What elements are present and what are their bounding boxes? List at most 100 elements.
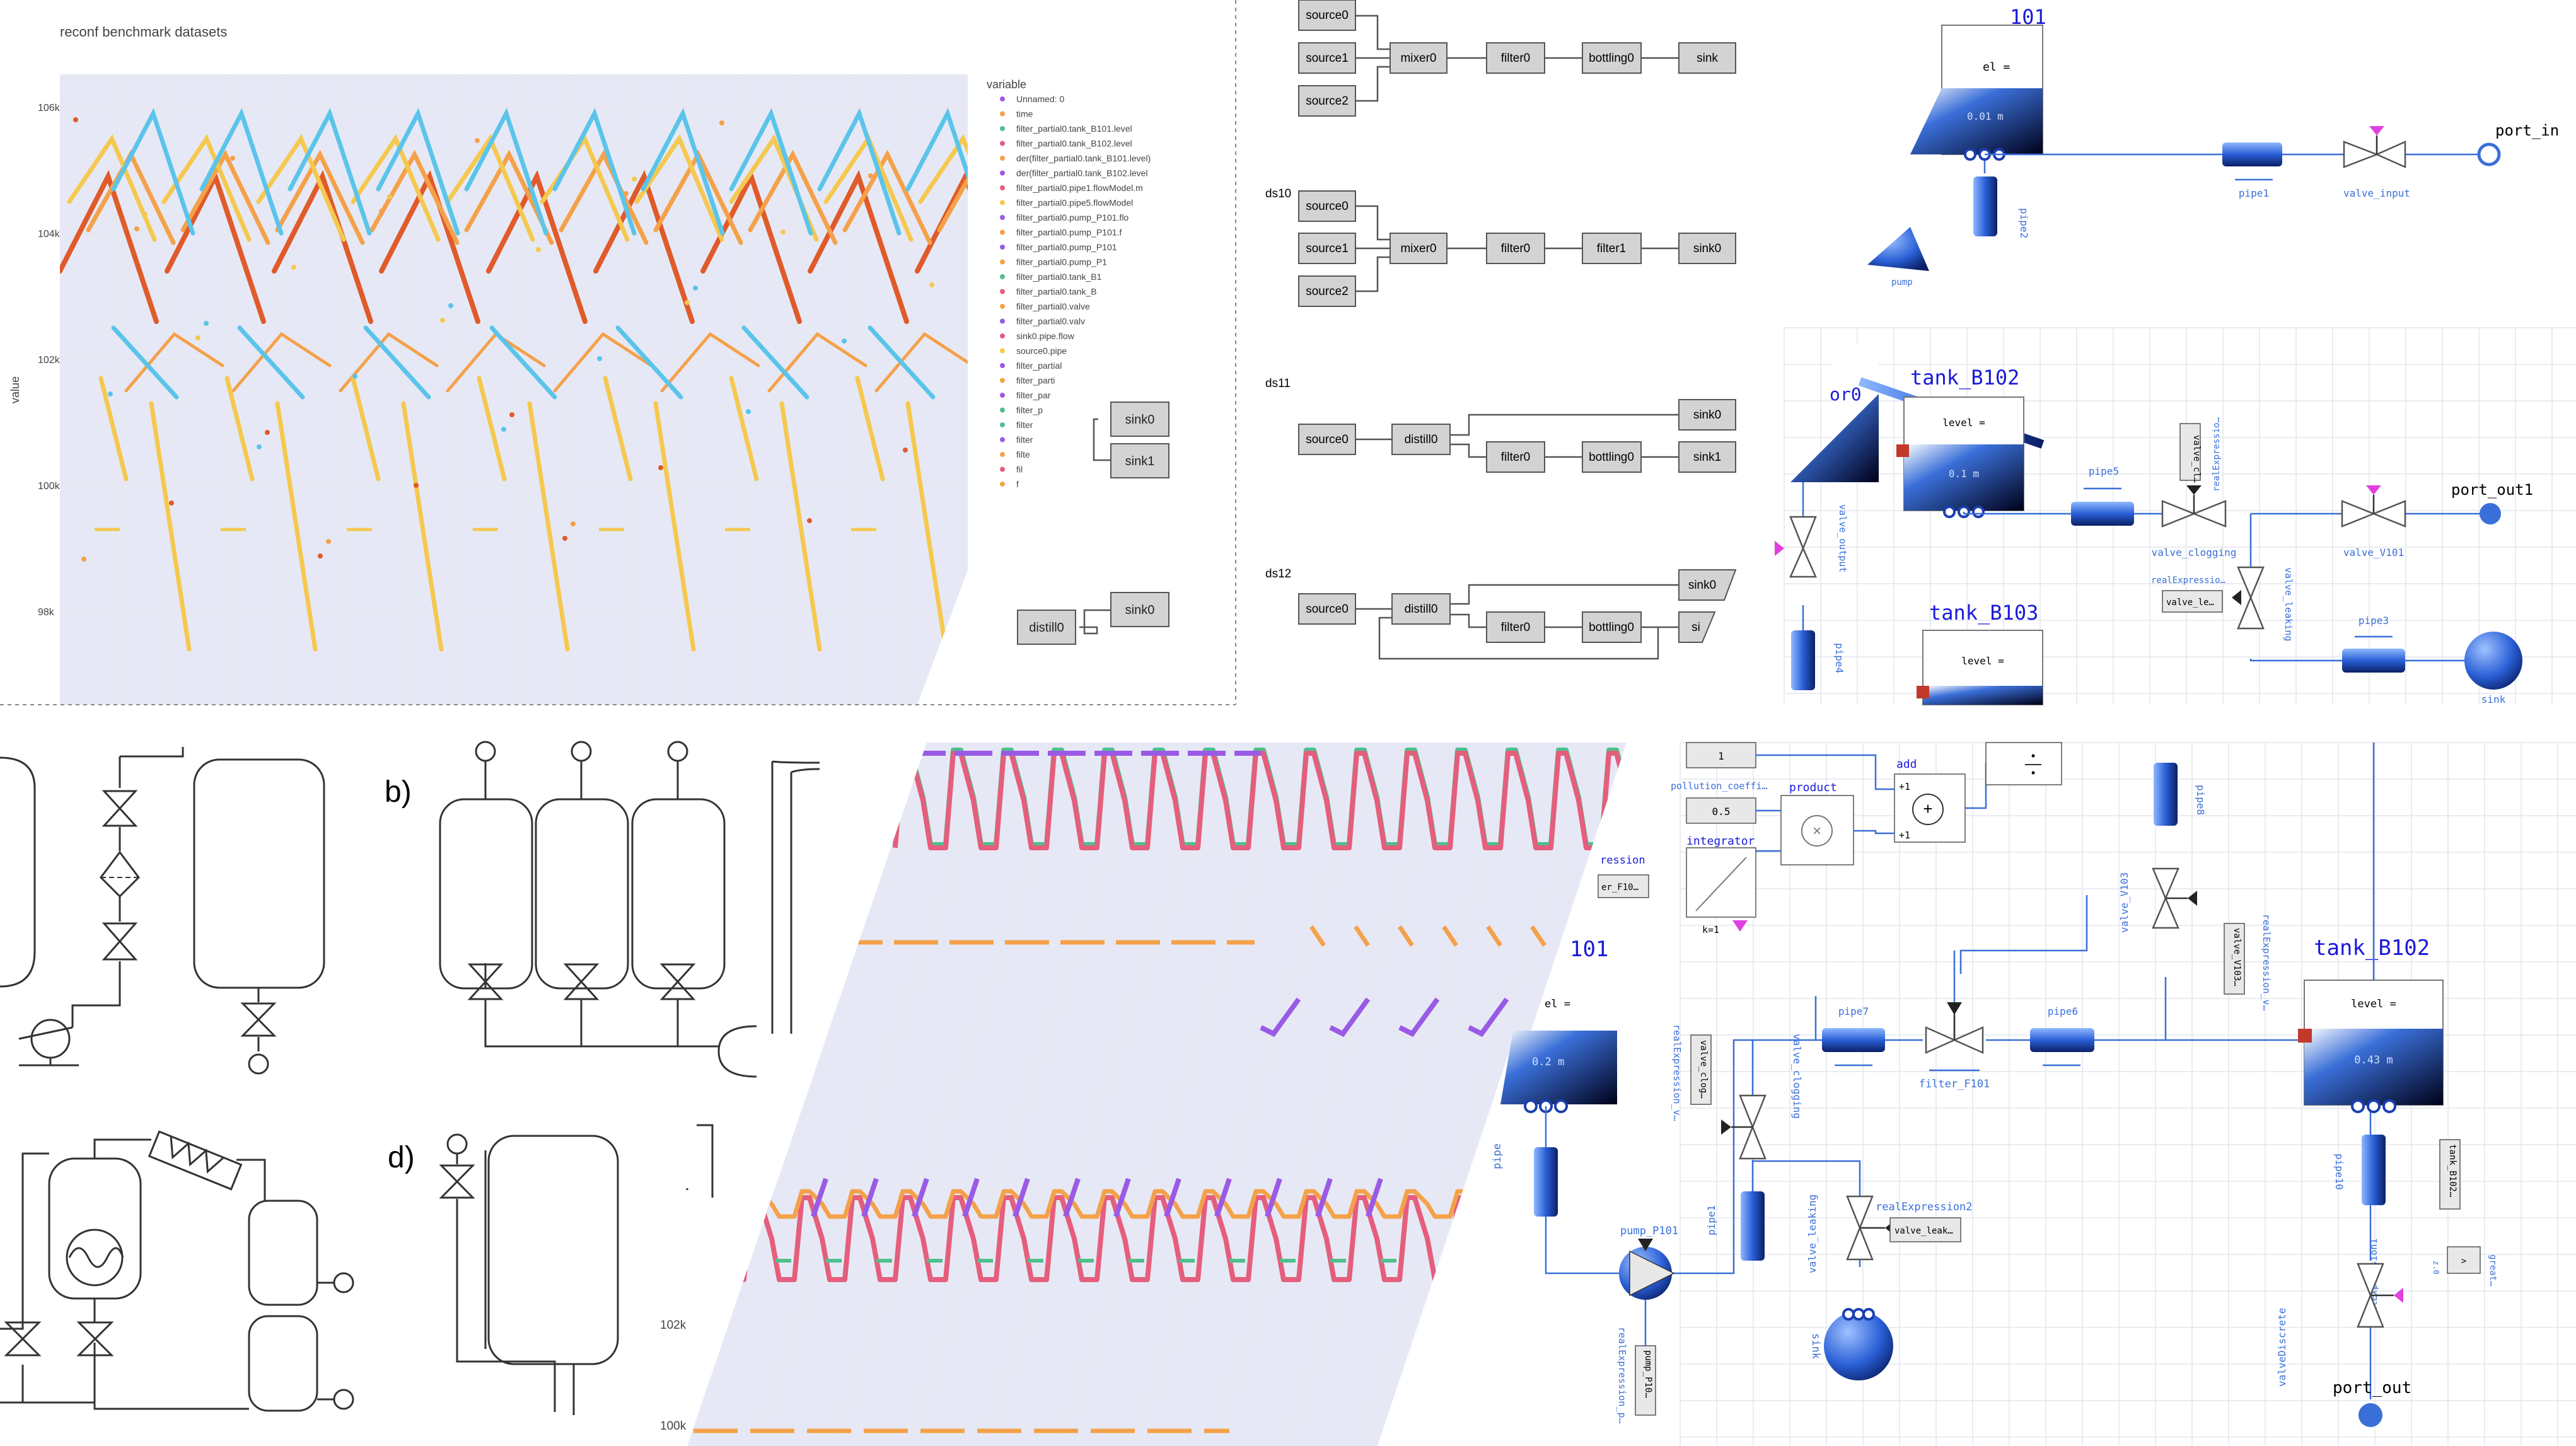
legend-item[interactable]: filter_partial0.pump_P101 xyxy=(1016,242,1117,252)
valve-a1[interactable] xyxy=(102,790,138,827)
pipe1-bottom-component[interactable] xyxy=(1741,1191,1765,1261)
add-p1: +1 xyxy=(1899,781,1910,792)
legend-item[interactable]: filter_partial0.pipe1.flowModel.m xyxy=(1016,183,1143,193)
legend-item[interactable]: filter_partial0.pump_P101.f xyxy=(1016,228,1122,238)
legend-item[interactable]: filter_partial0.valve xyxy=(1016,301,1090,311)
schem-c xyxy=(0,1130,354,1412)
legend-item[interactable]: filter_par xyxy=(1016,390,1051,400)
sink-bottom[interactable] xyxy=(1824,1311,1893,1380)
pipe7-component[interactable] xyxy=(1822,1028,1885,1052)
valve-discrete-label: valveDiscrete xyxy=(2276,1308,2288,1387)
legend-item[interactable]: filter_partial0.pump_P101.flo xyxy=(1016,212,1128,223)
legend-item[interactable]: filter_partial0.tank_B102.level xyxy=(1016,139,1132,149)
legend-item[interactable]: der(filter_partial0.tank_B102.level xyxy=(1016,168,1148,178)
valve-a3[interactable] xyxy=(240,1002,277,1037)
tank-b2[interactable] xyxy=(535,798,629,990)
block-source2-label: source2 xyxy=(1306,95,1349,108)
pipe2-component[interactable] xyxy=(1973,176,1997,236)
port-out-label: port_out xyxy=(2333,1379,2411,1397)
great-label: great… xyxy=(2488,1254,2498,1287)
pipe6-component[interactable] xyxy=(2030,1028,2094,1052)
y-tick: 98k xyxy=(38,607,55,618)
realexpr-v-label: realExpression_v… xyxy=(1671,1024,1683,1121)
tank-b103-level-label: level = xyxy=(1961,655,2004,667)
legend-item[interactable]: filter xyxy=(1016,435,1033,445)
tank-c2[interactable] xyxy=(248,1200,318,1306)
pipe1-label: pipe1 xyxy=(2239,187,2269,199)
block-source1-label: source1 xyxy=(1306,52,1349,65)
block-bottling0-label: bottling0 xyxy=(1589,52,1634,65)
valve-le-label: valve_le… xyxy=(2166,598,2214,608)
legend-item[interactable]: filte xyxy=(1016,449,1030,460)
pipe-component[interactable] xyxy=(1534,1147,1558,1217)
port-in[interactable] xyxy=(2477,142,2501,166)
pump-a[interactable] xyxy=(30,1019,71,1059)
legend-item[interactable]: filter xyxy=(1016,420,1033,430)
y-axis-label: value xyxy=(9,376,21,403)
ds10-source2-label: source2 xyxy=(1306,285,1349,298)
legend-item[interactable]: source0.pipe xyxy=(1016,346,1067,356)
legend-item[interactable]: Unnamed: 0 xyxy=(1016,94,1064,104)
y-tick: 106k xyxy=(38,103,61,113)
legend-item[interactable]: fil xyxy=(1016,465,1023,475)
tank-101-bottom-level: 0.2 m xyxy=(1532,1056,1564,1068)
block-sink-label: sink xyxy=(1697,52,1718,65)
ds11-sink1-label: sink1 xyxy=(1693,451,1721,464)
tank-c-heat[interactable] xyxy=(48,1157,142,1300)
ds11-bottling0-label: bottling0 xyxy=(1589,451,1634,464)
y-ticks: 106k 104k 102k 100k 98k xyxy=(38,103,61,618)
pipe5-component[interactable] xyxy=(2071,502,2134,526)
legend-item[interactable]: time xyxy=(1016,109,1033,119)
pipe1-component[interactable] xyxy=(2222,142,2282,166)
valve-d1[interactable] xyxy=(439,1164,475,1199)
pipe10-component[interactable] xyxy=(2362,1135,2386,1205)
tank-b3[interactable] xyxy=(631,798,726,990)
pipe3-component[interactable] xyxy=(2342,649,2405,673)
legend-item[interactable]: sink0.pipe.flow xyxy=(1016,331,1075,341)
pump-top-label: pump xyxy=(1891,277,1913,287)
valve-a2[interactable] xyxy=(102,922,138,961)
tanks-b xyxy=(439,741,757,1078)
legend-item[interactable]: filter_partial0.valv xyxy=(1016,316,1085,327)
valve-leaking-bottom-label: valve_leaking xyxy=(1806,1194,1818,1273)
legend-item[interactable]: filter_partial0.pump_P1 xyxy=(1016,257,1107,267)
svg-text:•: • xyxy=(2031,766,2035,779)
legend-item[interactable]: filter_partial0.pipe5.flowModel xyxy=(1016,198,1133,208)
tank-b1[interactable] xyxy=(439,798,533,990)
top-plot: reconf benchmark datasets value 106k 104k… xyxy=(0,0,1236,705)
legend-item[interactable]: der(filter_partial0.tank_B101.level) xyxy=(1016,153,1151,163)
ds11-source0-label: source0 xyxy=(1306,433,1349,446)
valve-cl-label: valve_cl… xyxy=(2191,435,2202,483)
legend-item[interactable]: filter_partial xyxy=(1016,361,1062,371)
tank-b103-title: tank_B103 xyxy=(1929,601,2038,625)
port-out[interactable] xyxy=(2358,1403,2382,1427)
ds10-filter0-label: filter0 xyxy=(1501,242,1530,255)
pipe2-label: pipe2 xyxy=(2018,208,2030,238)
ds12-distill0-label: distill0 xyxy=(1405,603,1438,616)
sink-bottom-label: sink xyxy=(1809,1333,1822,1359)
tank-d[interactable] xyxy=(487,1135,619,1365)
tank-a[interactable] xyxy=(193,758,325,989)
realexpr2-top-label: realExpressio… xyxy=(2151,576,2225,586)
pipe4-label: pipe4 xyxy=(1833,643,1845,673)
legend-item[interactable]: filter_partial0.tank_B xyxy=(1016,287,1097,297)
realexpr-top-label: realExpressio… xyxy=(2212,417,2222,492)
valve-clog-label: valve_clog… xyxy=(1698,1040,1709,1099)
pipe8-component[interactable] xyxy=(2154,763,2178,826)
z0-label: z.0 xyxy=(2432,1261,2440,1275)
sink-top[interactable] xyxy=(2464,632,2522,690)
port-out1[interactable] xyxy=(2480,503,2501,524)
pipe-label: pipe xyxy=(1491,1143,1504,1169)
legend-item[interactable]: filter_partial0.tank_B1 xyxy=(1016,272,1102,282)
legend-item[interactable]: f xyxy=(1016,479,1019,489)
pipe4-component[interactable] xyxy=(1791,630,1815,690)
legend-item[interactable]: filter_parti xyxy=(1016,376,1055,386)
legend-item[interactable]: filter_p xyxy=(1016,405,1043,415)
filter-a[interactable] xyxy=(100,850,140,898)
tank-c3[interactable] xyxy=(248,1315,318,1412)
legend-item[interactable]: filter_partial0.tank_B101.level xyxy=(1016,124,1132,134)
valve-input-label: valve_input xyxy=(2343,187,2410,199)
ression-label: ression xyxy=(1600,854,1645,867)
pump-p10-label: pump_P10… xyxy=(1643,1350,1653,1398)
ds12-filter0-label: filter0 xyxy=(1501,621,1530,634)
